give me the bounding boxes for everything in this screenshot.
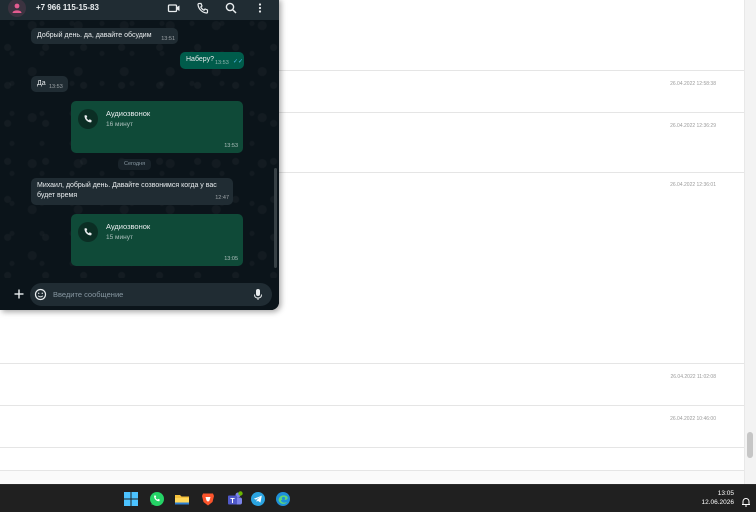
edge-browser-icon[interactable] [275,491,291,507]
call-title: Аудиозвонок [106,109,151,118]
audio-call-message[interactable]: Аудиозвонок 16 минут 13:53 [71,101,243,153]
incoming-message[interactable]: Да 13:53 [31,76,68,92]
message-time: 13:05 [224,256,238,262]
message-text: Добрый день. да, давайте обсудим [37,32,152,39]
row-timestamp: 26.04.2022 12:36:29 [670,123,716,129]
date-divider: Сегодня [118,159,152,170]
message-time: 13:53 [215,60,229,66]
svg-text:T: T [230,498,235,505]
whatsapp-app-icon[interactable] [149,491,165,507]
windows-start-icon[interactable] [123,491,139,507]
contact-name[interactable]: +7 966 115-15-83 [36,3,99,12]
message-input[interactable]: Введите сообщение [30,283,272,306]
scrollbar-thumb[interactable] [747,432,753,458]
call-duration: 16 минут [106,121,133,128]
telegram-app-icon[interactable] [250,491,266,507]
message-time: 13:53 [224,143,238,149]
message-text: Наберу? [186,56,214,63]
audio-call-message[interactable]: Аудиозвонок 15 минут 13:05 [71,214,243,266]
taskbar: T 13:05 12.06.2026 [0,484,756,512]
incoming-message[interactable]: Добрый день. да, давайте обсудим 13:51 [31,28,178,44]
microphone-icon[interactable] [252,288,264,301]
incoming-message[interactable]: Михаил, добрый день. Давайте созвонимся … [31,178,233,205]
video-call-icon[interactable] [167,1,181,15]
message-input-placeholder[interactable]: Введите сообщение [53,290,123,299]
read-receipt-icon: ✓✓ [233,59,244,65]
message-text: Михаил, добрый день. Давайте созвонимся … [37,182,217,189]
row-timestamp: 26.04.2022 10:46:00 [670,416,716,422]
chat-scrollbar[interactable] [274,168,277,268]
horizontal-scrollbar[interactable] [0,470,744,484]
emoji-icon[interactable] [34,288,47,301]
message-time: 13:53 [49,84,63,90]
brave-browser-icon[interactable] [200,491,216,507]
call-title: Аудиозвонок [106,222,151,231]
more-icon[interactable] [253,1,267,15]
contact-avatar[interactable] [8,0,26,17]
call-duration: 15 минут [106,234,133,241]
system-clock[interactable]: 13:05 12.06.2026 [701,490,734,506]
phone-call-icon [78,222,98,242]
message-time: 13:51 [161,36,175,42]
search-icon[interactable] [224,1,238,15]
whatsapp-chat-window: +7 966 115-15-83 Добрый день. да, давайт… [0,0,279,310]
list-item[interactable]: 26.04.2022 10:46:00 [0,406,744,448]
row-timestamp: 26.04.2022 12:36:01 [670,182,716,188]
person-icon [12,3,22,13]
message-text-line2: будет время [37,192,78,199]
vertical-scrollbar[interactable] [744,0,756,484]
chat-header: +7 966 115-15-83 [0,0,279,20]
row-timestamp: 26.04.2022 11:02:08 [670,374,716,380]
phone-call-icon [78,109,98,129]
message-composer: Введите сообщение [0,278,279,310]
message-text: Да [37,80,46,87]
clock-time: 13:05 [717,490,734,497]
attach-plus-icon[interactable] [12,287,26,301]
outgoing-message[interactable]: Наберу? 13:53 ✓✓ [180,52,244,69]
clock-date: 12.06.2026 [701,499,734,506]
row-timestamp: 26.04.2022 12:58:38 [670,81,716,87]
phone-icon[interactable] [196,1,210,15]
list-item[interactable]: 26.04.2022 11:02:08 [0,364,744,406]
teams-app-icon[interactable]: T [227,491,243,507]
notification-bell-icon[interactable] [741,494,751,507]
file-explorer-icon[interactable] [174,491,190,507]
message-time: 12:47 [215,195,229,201]
